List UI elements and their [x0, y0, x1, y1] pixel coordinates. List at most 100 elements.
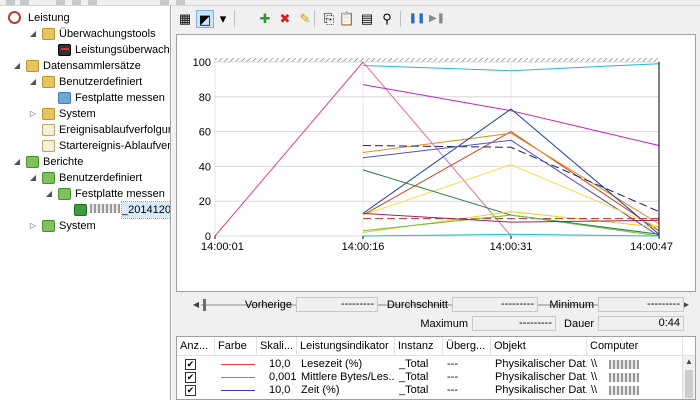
paste-counter-list-icon[interactable]: 📋	[338, 10, 356, 28]
folder-icon	[42, 76, 55, 88]
view-current-activity-icon[interactable]: ◩	[196, 10, 214, 28]
tree-item-label: Überwachungstools	[59, 28, 156, 40]
show-counter-checkbox[interactable]: ✔	[185, 385, 196, 396]
maximum-label: Maximum	[420, 318, 468, 330]
header-objekt[interactable]: Objekt	[491, 337, 587, 356]
counter-cell-parent: ---	[447, 371, 458, 383]
show-hide-tree-icon[interactable]	[72, 0, 81, 5]
performance-monitor-pane: ▦ ◩ ▾ ✚ ✖ ✎ ⎘ 📋 ▤ ⚲ ❚❚ ▶❚ 0 20 40 60 80 100 14:00:01 14:00…	[172, 6, 700, 400]
durchschnitt-label: Durchschnitt	[386, 299, 448, 311]
counter-cell-instance: _Total	[399, 371, 429, 383]
export-icon[interactable]	[160, 0, 169, 5]
tree-expander-icon[interactable]: ◢	[12, 58, 22, 74]
counter-cell-parent: ---	[447, 384, 458, 396]
header-farbe[interactable]: Farbe	[215, 337, 257, 356]
counter-cell-object: Physikalischer Dat...	[495, 358, 587, 370]
tree-expander-icon[interactable]: ◢	[28, 170, 38, 186]
refresh-icon[interactable]	[88, 0, 97, 5]
tree-item-label: Leistungsüberwachung	[75, 44, 170, 56]
tree-item-system-1[interactable]: ▷ System	[0, 106, 170, 122]
tree-item-leistung[interactable]: Leistung	[0, 10, 170, 26]
counter-row[interactable]: ✔ 10,0 Zeit (%) _Total --- Physikalischer Dat…	[177, 384, 683, 397]
counter-list: Anz... Farbe Skali... Leistungsindikator Ins…	[176, 336, 696, 400]
tree-item-label: Startereignis-Ablaufver	[59, 140, 171, 152]
graph-type-dropdown-icon[interactable]: ▾	[218, 10, 228, 28]
show-counter-checkbox[interactable]: ✔	[185, 359, 196, 370]
report-icon	[74, 204, 87, 216]
scroll-up-icon[interactable]: ▲	[683, 356, 695, 368]
tree-item-report-2014120[interactable]: _2014120	[0, 201, 170, 219]
counter-row[interactable]: ✔ 10,0 Lesezeit (%) _Total --- Physikalischer…	[177, 358, 683, 371]
counter-cell-instance: _Total	[399, 384, 429, 396]
tree-item-festplatte-messen-2[interactable]: ◢ Festplatte messen	[0, 186, 170, 202]
toolbar-separator	[314, 11, 315, 27]
header-instanz[interactable]: Instanz	[395, 337, 443, 356]
tree-item-datensammlersaetze[interactable]: ◢ Datensammlersätze	[0, 58, 170, 74]
toolbar-separator	[234, 11, 235, 27]
tree-item-label: Leistung	[28, 12, 70, 24]
tree-expander-icon[interactable]	[60, 202, 70, 218]
delete-counter-icon[interactable]: ✖	[276, 10, 294, 28]
vorherige-value: ---------	[296, 297, 378, 312]
tree-item-label: Datensammlersätze	[43, 60, 141, 72]
folder-icon	[26, 60, 39, 72]
vorherige-label: Vorherige	[244, 299, 292, 311]
counter-cell-scale: 10,0	[269, 358, 291, 370]
tree-item-festplatte-messen-1[interactable]: Festplatte messen	[0, 90, 170, 106]
zoom-icon[interactable]: ⚲	[378, 10, 396, 28]
tree-expander-icon[interactable]	[28, 138, 38, 154]
tree-item-berichte[interactable]: ◢ Berichte	[0, 154, 170, 170]
redacted-computer-blur	[609, 360, 639, 369]
tree-expander-icon[interactable]	[44, 42, 54, 58]
counter-cell-instance: _Total	[399, 358, 429, 370]
header-computer[interactable]: Computer	[587, 337, 683, 356]
tree-item-label: Ereignisablaufverfolgur	[59, 124, 171, 136]
tree-expander-icon[interactable]	[28, 122, 38, 138]
counter-row[interactable]: ✔ 0,001 Mittlere Bytes/Les... _Total --- Phys…	[177, 371, 683, 384]
up-icon[interactable]	[56, 0, 65, 5]
tree-item-leistungsueberwachung[interactable]: Leistungsüberwachung	[0, 42, 170, 58]
forward-icon[interactable]	[20, 0, 29, 5]
change-graph-type-icon[interactable]: ▦	[176, 10, 194, 28]
tree-item-benutzerdefiniert-2[interactable]: ◢ Benutzerdefiniert	[0, 170, 170, 186]
add-counter-icon[interactable]: ✚	[256, 10, 274, 28]
line-chart: 02040608010014:00:01 14:00:16 14:00:31 14:0…	[193, 57, 673, 253]
tree-expander-icon[interactable]	[44, 90, 54, 106]
tree-item-benutzerdefiniert-1[interactable]: ◢ Benutzerdefiniert	[0, 74, 170, 90]
tree-expander-icon[interactable]: ◢	[12, 154, 22, 170]
tree-expander-icon[interactable]: ◢	[44, 186, 54, 202]
header-uebergeordnet[interactable]: Überg...	[443, 337, 491, 356]
counter-cell-counter: Lesezeit (%)	[301, 358, 363, 370]
help-icon[interactable]	[176, 0, 185, 5]
tree-item-ereignisablaufverfolgung[interactable]: Ereignisablaufverfolgur	[0, 122, 171, 138]
counter-list-scroll-thumb[interactable]	[685, 370, 693, 398]
x-tick-label: 14:00:16	[342, 241, 385, 253]
counter-list-scrollbar[interactable]: ▲	[682, 356, 695, 399]
back-icon[interactable]	[6, 0, 15, 5]
minimum-label: Minimum	[549, 299, 594, 311]
header-anzeigen[interactable]: Anz...	[177, 337, 215, 356]
document-icon	[42, 140, 55, 152]
durchschnitt-value: ---------	[452, 297, 538, 312]
tree-item-system-2[interactable]: ▷ System	[0, 218, 170, 234]
tree-item-startereignis[interactable]: Startereignis-Ablaufver	[0, 138, 171, 154]
navigation-tree: Leistung ◢ Überwachungstools Leistungsüberw…	[0, 6, 171, 400]
x-tick-label: 14:00:01	[201, 241, 244, 253]
next-icon[interactable]: ▶❚	[428, 10, 446, 28]
properties-icon[interactable]: ▤	[358, 10, 376, 28]
tree-item-ueberwachungstools[interactable]: ◢ Überwachungstools	[0, 26, 170, 42]
tree-expander-icon[interactable]: ◢	[28, 26, 38, 42]
tree-item-label: System	[59, 108, 96, 120]
highlight-icon[interactable]: ✎	[296, 10, 314, 28]
tree-expander-icon[interactable]: ◢	[28, 74, 38, 90]
y-tick-label: 20	[199, 196, 211, 208]
tree-expander-icon[interactable]: ▷	[28, 106, 38, 122]
y-tick-label: 100	[193, 57, 211, 69]
copy-properties-icon[interactable]: ⎘	[320, 10, 338, 28]
x-tick-label: 14:00:47	[630, 241, 673, 253]
tree-expander-icon[interactable]: ▷	[28, 218, 38, 234]
header-leistungsindikator[interactable]: Leistungsindikator	[297, 337, 395, 356]
pause-icon[interactable]: ❚❚	[408, 10, 426, 28]
show-counter-checkbox[interactable]: ✔	[185, 372, 196, 383]
header-skalierung[interactable]: Skali...	[257, 337, 297, 356]
